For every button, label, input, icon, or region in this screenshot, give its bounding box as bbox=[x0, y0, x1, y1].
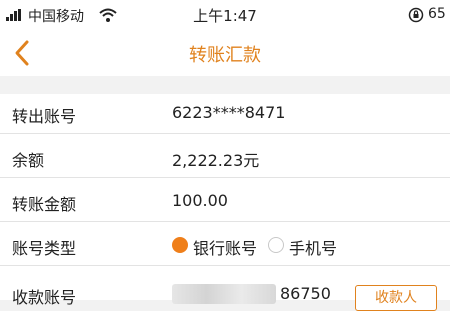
balance-value: 2,222.23元 bbox=[172, 151, 260, 170]
nav-bar: 转账汇款 bbox=[0, 30, 450, 76]
radio-bank-account[interactable] bbox=[172, 237, 188, 253]
transfer-form: 转出账号 6223****8471 余额 2,222.23元 转账金额 100.… bbox=[0, 94, 450, 311]
section-gap bbox=[0, 76, 450, 94]
account-type-label: 账号类型 bbox=[12, 239, 77, 258]
status-bar: 中国移动 上午1:47 65 bbox=[0, 0, 450, 30]
balance-row: 余额 2,222.23元 bbox=[0, 138, 450, 178]
from-account-value: 6223****8471 bbox=[172, 103, 286, 122]
radio-bank-account-label[interactable]: 银行账号 bbox=[193, 235, 257, 259]
divider bbox=[0, 265, 450, 266]
divider bbox=[0, 133, 450, 134]
account-type-row: 账号类型 银行账号 手机号 bbox=[0, 226, 450, 266]
balance-label: 余额 bbox=[12, 151, 45, 170]
page-title: 转账汇款 bbox=[189, 45, 261, 66]
amount-input[interactable]: 100.00 bbox=[172, 191, 228, 210]
status-time: 上午1:47 bbox=[193, 7, 257, 25]
payee-account-row: 收款账号 86750 收款人 bbox=[0, 270, 450, 311]
payee-account-label: 收款账号 bbox=[12, 288, 77, 307]
from-account-row: 转出账号 6223****8471 bbox=[0, 94, 450, 134]
payee-account-tail[interactable]: 86750 bbox=[280, 284, 331, 303]
divider bbox=[0, 177, 450, 178]
radio-phone-number-label[interactable]: 手机号 bbox=[289, 235, 337, 259]
amount-label: 转账金额 bbox=[12, 195, 77, 214]
select-payee-button[interactable]: 收款人 bbox=[355, 285, 437, 311]
radio-phone-number[interactable] bbox=[268, 237, 284, 253]
divider bbox=[0, 221, 450, 222]
battery-percent: 65 bbox=[428, 6, 446, 22]
masked-account-number[interactable] bbox=[172, 284, 276, 304]
amount-row[interactable]: 转账金额 100.00 bbox=[0, 182, 450, 222]
orientation-lock-icon bbox=[408, 7, 424, 23]
from-account-label: 转出账号 bbox=[12, 107, 77, 126]
